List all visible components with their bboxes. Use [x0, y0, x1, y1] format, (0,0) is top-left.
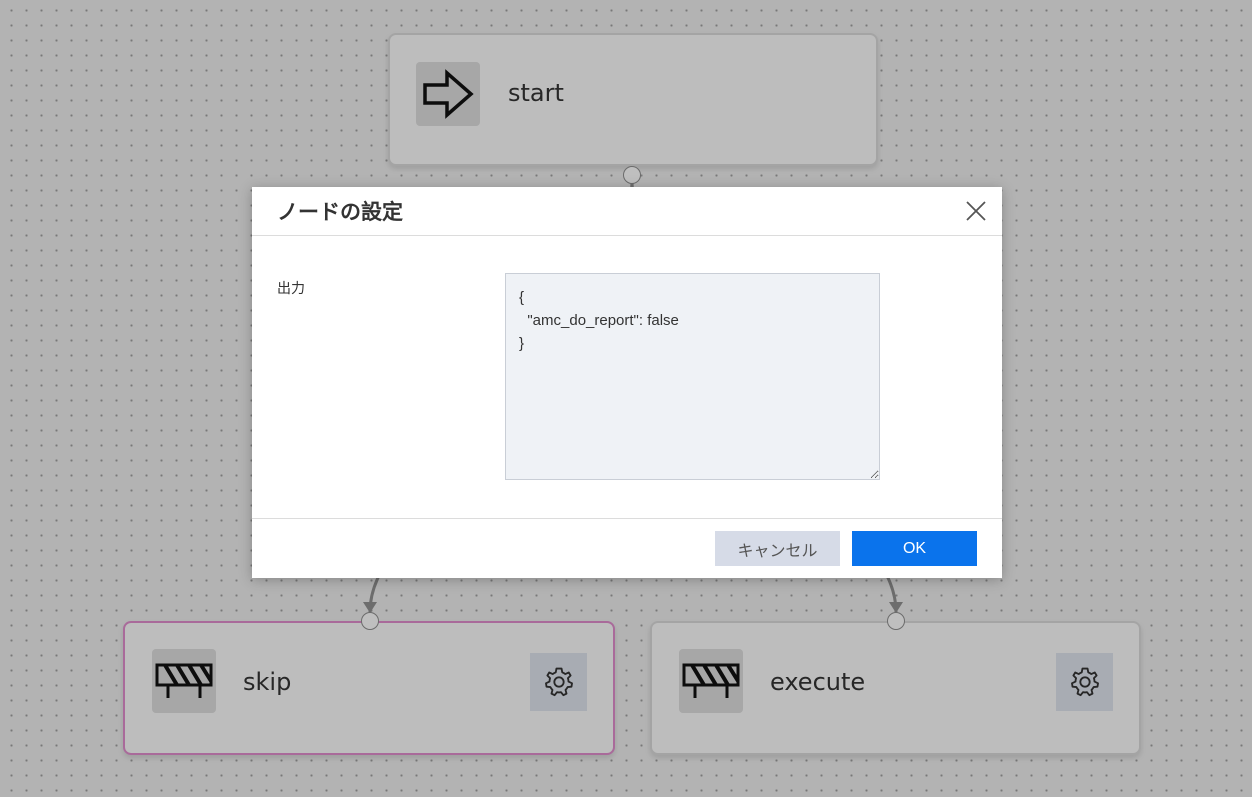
- dialog-title: ノードの設定: [277, 200, 403, 224]
- dialog-header: ノードの設定: [252, 187, 1002, 236]
- cancel-button[interactable]: キャンセル: [715, 531, 840, 566]
- output-label: 出力: [277, 281, 305, 297]
- dialog-footer: キャンセル OK: [252, 518, 1002, 579]
- close-icon: [966, 201, 986, 221]
- node-settings-dialog: ノードの設定 出力 { "amc_do_report": false } キャン…: [252, 187, 1002, 578]
- ok-button[interactable]: OK: [852, 531, 977, 566]
- output-textarea[interactable]: { "amc_do_report": false }: [505, 273, 880, 480]
- close-button[interactable]: [962, 197, 990, 225]
